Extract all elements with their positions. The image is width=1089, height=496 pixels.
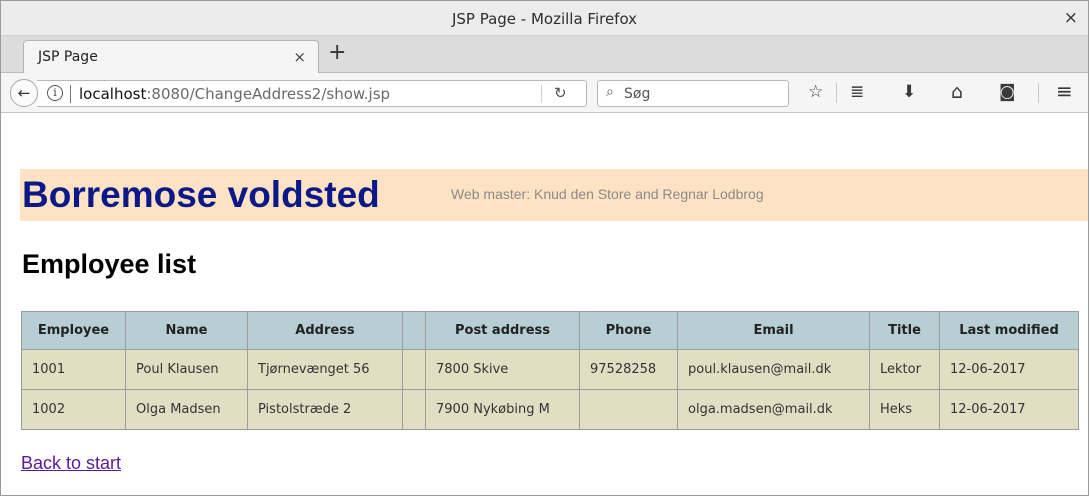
- table-cell: Lektor: [869, 349, 940, 390]
- reload-icon[interactable]: ↻: [554, 84, 567, 102]
- hamburger-menu-icon[interactable]: ≡: [1056, 81, 1073, 101]
- table-cell: 12-06-2017: [939, 389, 1079, 430]
- table-row: 1001 Poul Klausen Tjørnevænget 56 7800 S…: [21, 349, 1079, 390]
- search-icon: ⌕: [606, 84, 614, 100]
- column-header: Title: [869, 311, 940, 350]
- site-info-icon[interactable]: i: [47, 85, 63, 101]
- table-cell: Heks: [869, 389, 940, 430]
- reading-list-icon[interactable]: ≣: [850, 82, 864, 102]
- webmaster-credit: Web master: Knud den Store and Regnar Lo…: [451, 186, 764, 202]
- browser-window: JSP Page - Mozilla Firefox × JSP Page × …: [0, 0, 1089, 496]
- toolbar-divider: [836, 83, 837, 103]
- window-title: JSP Page - Mozilla Firefox: [451, 10, 638, 28]
- table-cell: Pistolstræde 2: [247, 389, 403, 430]
- new-tab-icon[interactable]: +: [328, 41, 346, 65]
- table-cell: 1001: [21, 349, 126, 390]
- toolbar-divider: [1038, 83, 1039, 103]
- table-cell: olga.madsen@mail.dk: [677, 389, 870, 430]
- column-header: Post address: [425, 311, 580, 350]
- table-cell: 97528258: [579, 349, 678, 390]
- column-header: Employee: [21, 311, 126, 350]
- nav-bar: i localhost:8080/ChangeAddress2/show.jsp…: [1, 73, 1088, 113]
- tab-label: JSP Page: [38, 49, 98, 65]
- column-header: Phone: [579, 311, 678, 350]
- tab-strip: JSP Page × +: [1, 36, 1088, 74]
- back-arrow-icon: ←: [17, 84, 31, 102]
- tab-jsp-page[interactable]: JSP Page ×: [23, 40, 319, 74]
- page-heading: Employee list: [22, 249, 197, 279]
- pocket-icon[interactable]: ◙: [999, 82, 1016, 102]
- site-banner: Borremose voldsted Web master: Knud den …: [20, 169, 1088, 221]
- table-cell: 7800 Skive: [425, 349, 580, 390]
- url-divider: [541, 85, 542, 103]
- back-to-start-link[interactable]: Back to start: [21, 453, 121, 474]
- table-cell: 7900 Nykøbing M: [425, 389, 580, 430]
- column-header: Email: [677, 311, 870, 350]
- back-button[interactable]: ←: [10, 79, 38, 107]
- table-row: 1002 Olga Madsen Pistolstræde 2 7900 Nyk…: [21, 389, 1079, 430]
- search-bar[interactable]: ⌕: [597, 80, 789, 107]
- site-title: Borremose voldsted: [22, 174, 380, 215]
- url-bar[interactable]: i localhost:8080/ChangeAddress2/show.jsp…: [37, 80, 587, 107]
- table-cell: poul.klausen@mail.dk: [677, 349, 870, 390]
- table-cell: [402, 349, 426, 390]
- employee-table: Employee Name Address Post address Phone…: [21, 311, 1079, 430]
- table-cell: 12-06-2017: [939, 349, 1079, 390]
- column-header: Address: [247, 311, 403, 350]
- table-cell: Poul Klausen: [125, 349, 248, 390]
- column-header: Last modified: [939, 311, 1079, 350]
- column-header: [402, 311, 426, 350]
- url-path: :8080/ChangeAddress2/show.jsp: [146, 85, 391, 103]
- title-bar: JSP Page - Mozilla Firefox ×: [1, 1, 1088, 36]
- window-close-icon[interactable]: ×: [1064, 8, 1078, 28]
- bookmark-star-icon[interactable]: ☆: [808, 82, 823, 102]
- table-cell: [579, 389, 678, 430]
- table-header-row: Employee Name Address Post address Phone…: [21, 311, 1079, 350]
- column-header: Name: [125, 311, 248, 350]
- url-text[interactable]: localhost:8080/ChangeAddress2/show.jsp: [79, 85, 390, 103]
- table-cell: 1002: [21, 389, 126, 430]
- url-separator: [70, 85, 71, 103]
- table-cell: Olga Madsen: [125, 389, 248, 430]
- search-input[interactable]: [624, 83, 782, 104]
- tab-close-icon[interactable]: ×: [293, 48, 306, 66]
- downloads-icon[interactable]: ⬇: [902, 82, 916, 102]
- url-host: localhost: [79, 85, 147, 103]
- table-cell: Tjørnevænget 56: [247, 349, 403, 390]
- table-cell: [402, 389, 426, 430]
- home-icon[interactable]: ⌂: [951, 82, 963, 102]
